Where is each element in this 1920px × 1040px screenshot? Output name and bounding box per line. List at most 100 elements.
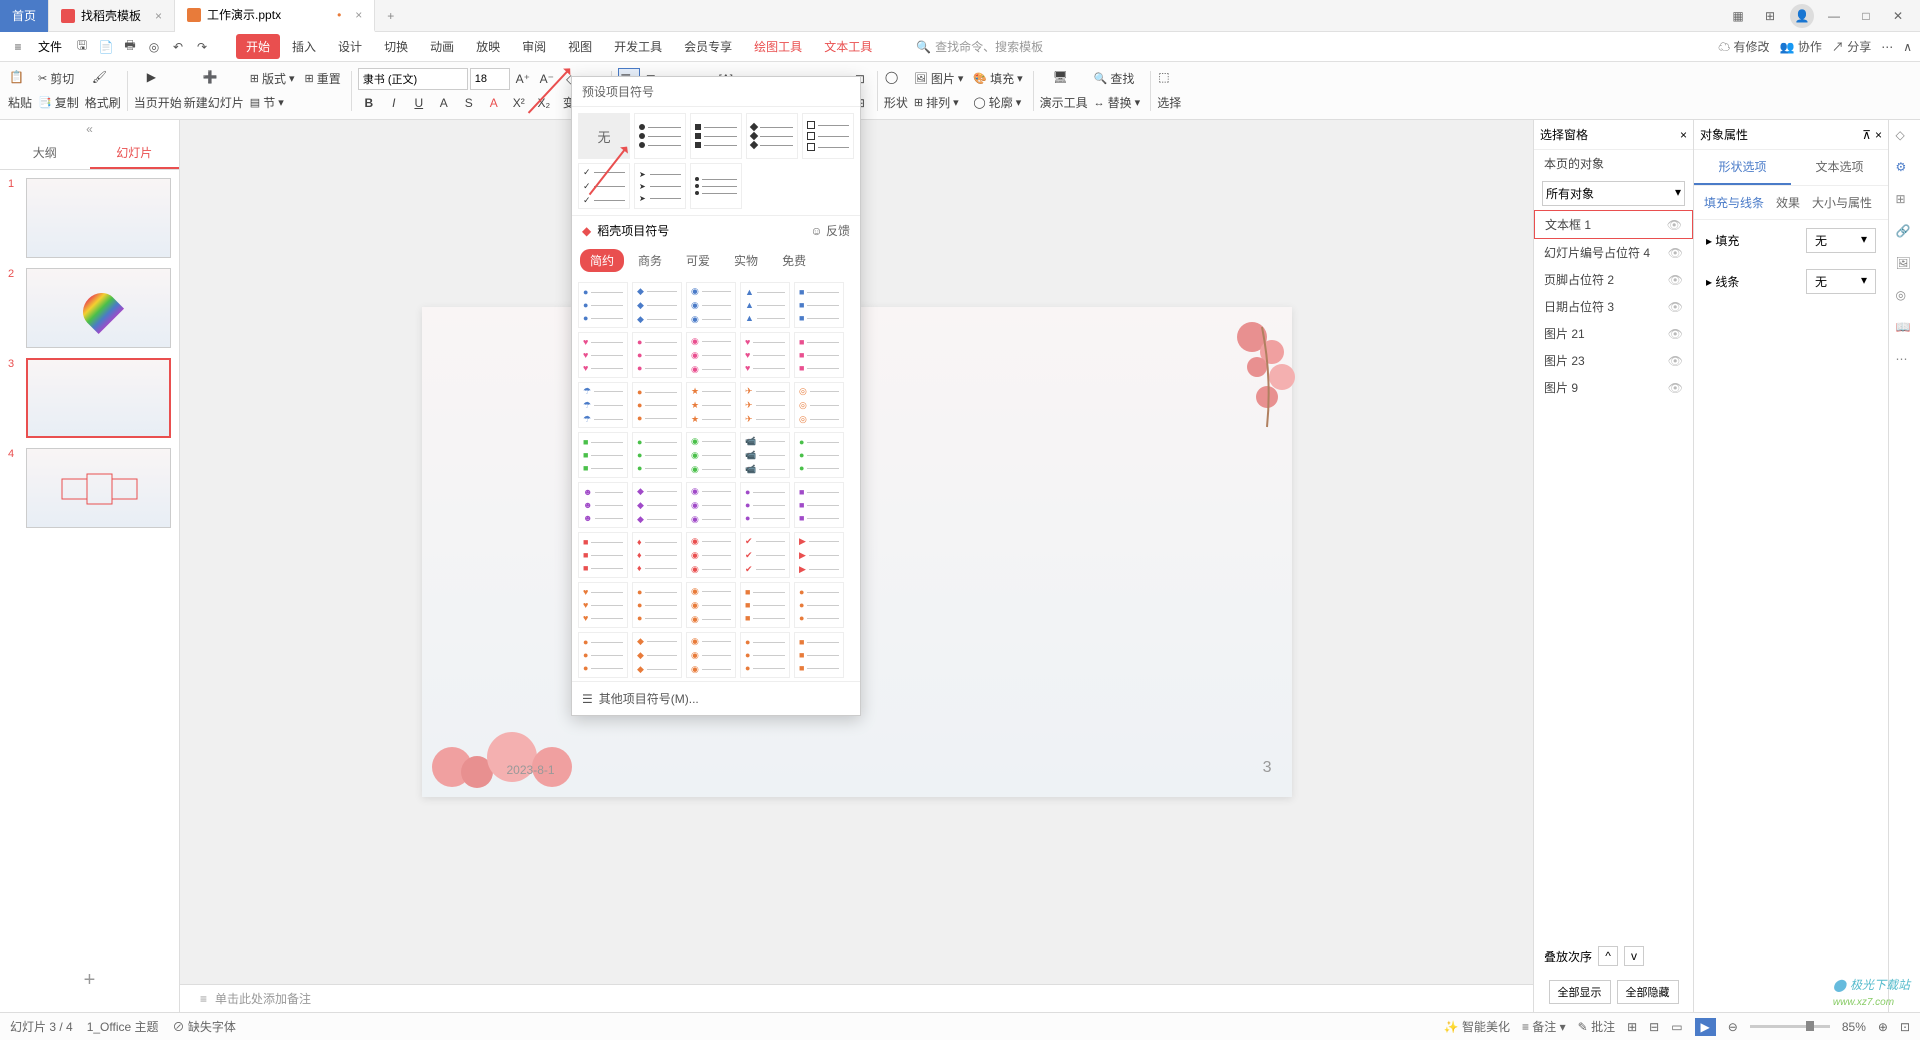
show-all-button[interactable]: 全部显示	[1549, 980, 1611, 1004]
command-search[interactable]: 🔍 查找命令、搜索模板	[916, 38, 1043, 55]
zoom-in-icon[interactable]: ⊕	[1878, 1020, 1888, 1034]
paste-button[interactable]: 📋粘贴	[8, 70, 32, 111]
eye-icon[interactable]: 👁	[1668, 273, 1683, 287]
file-menu[interactable]: 文件	[32, 38, 68, 55]
bullet-style-item[interactable]: ●●●	[632, 432, 682, 478]
apps-icon[interactable]: ⊞	[1758, 4, 1782, 28]
share-button[interactable]: ↗ 分享	[1832, 38, 1871, 55]
bullet-style-item[interactable]: ◆◆◆	[632, 482, 682, 528]
add-slide-button[interactable]: +	[0, 949, 179, 1012]
layout-button[interactable]: ⊞ 版式 ▾	[246, 68, 299, 90]
bullet-style-item[interactable]: ✈✈✈	[740, 382, 790, 428]
tab-drawing-tools[interactable]: 绘图工具	[744, 34, 812, 59]
new-tab-button[interactable]: +	[375, 9, 406, 23]
shapes-button[interactable]: ◯形状	[884, 70, 908, 111]
view-normal-icon[interactable]: ⊞	[1627, 1020, 1637, 1034]
find-button[interactable]: 🔍 查找	[1090, 68, 1145, 90]
bullet-style-item[interactable]: ◆◆◆	[632, 632, 682, 678]
slide-thumb-2[interactable]	[26, 268, 171, 348]
bullet-style-item[interactable]: ♥♥♥	[578, 582, 628, 628]
size-props-tab[interactable]: 大小与属性	[1812, 194, 1872, 211]
cat-cute[interactable]: 可爱	[676, 249, 720, 272]
cat-free[interactable]: 免费	[772, 249, 816, 272]
picture-button[interactable]: 🖼 图片 ▾	[910, 68, 968, 90]
slides-tab[interactable]: 幻灯片	[90, 138, 180, 169]
copy-button[interactable]: 📑 复制	[34, 92, 83, 114]
eye-icon[interactable]: 👁	[1668, 300, 1683, 314]
bullet-checkmark[interactable]	[578, 163, 630, 209]
arrange-button[interactable]: ⊞ 排列 ▾	[910, 92, 968, 114]
bullet-style-item[interactable]: ■■■	[740, 582, 790, 628]
bullet-filled-square[interactable]	[690, 113, 742, 159]
strike-button[interactable]: A	[433, 92, 455, 114]
grid-icon[interactable]: ▦	[1726, 4, 1750, 28]
bullet-style-item[interactable]: ●●●	[632, 382, 682, 428]
font-size-select[interactable]	[470, 68, 510, 90]
bullet-style-item[interactable]: ◉◉◉	[686, 432, 736, 478]
avatar-icon[interactable]: 👤	[1790, 4, 1814, 28]
bullet-style-item[interactable]: 📹📹📹	[740, 432, 790, 478]
cat-object[interactable]: 实物	[724, 249, 768, 272]
bullet-style-item[interactable]: ▶▶▶	[794, 532, 844, 578]
more-icon[interactable]: ⋯	[1896, 352, 1914, 370]
bullet-style-item[interactable]: ◉◉◉	[686, 282, 736, 328]
section-button[interactable]: ▤ 节 ▾	[246, 92, 299, 114]
redo-icon[interactable]: ↷	[192, 37, 212, 57]
eye-icon[interactable]: 👁	[1668, 354, 1683, 368]
tab-devtools[interactable]: 开发工具	[604, 34, 672, 59]
bullet-filled-circle[interactable]	[634, 113, 686, 159]
close-button[interactable]: ✕	[1886, 4, 1910, 28]
bullet-style-item[interactable]: ■■■	[578, 432, 628, 478]
tab-review[interactable]: 审阅	[512, 34, 556, 59]
book-icon[interactable]: 📖	[1896, 320, 1914, 338]
view-sorter-icon[interactable]: ⊟	[1649, 1020, 1659, 1034]
eye-icon[interactable]: 👁	[1668, 246, 1683, 260]
format-painter-button[interactable]: 🖌格式刷	[85, 70, 121, 111]
document-tab[interactable]: 工作演示.pptx • ×	[175, 0, 375, 32]
bullet-style-item[interactable]: ◉◉◉	[686, 582, 736, 628]
notes-toggle[interactable]: ≡ 备注 ▾	[1522, 1018, 1566, 1035]
zoom-slider[interactable]	[1750, 1025, 1830, 1028]
slideshow-icon[interactable]: ▶	[1695, 1018, 1716, 1036]
tab-view[interactable]: 视图	[558, 34, 602, 59]
missing-font-button[interactable]: ⊘ 缺失字体	[173, 1018, 236, 1035]
home-tab[interactable]: 首页	[0, 0, 49, 32]
comments-toggle[interactable]: ✎ 批注	[1578, 1018, 1615, 1035]
bullet-style-item[interactable]: ♥♥♥	[740, 332, 790, 378]
unsaved-indicator[interactable]: ☁ 有修改	[1718, 38, 1769, 55]
shape-options-tab[interactable]: 形状选项	[1694, 150, 1791, 185]
slide-thumb-1[interactable]	[26, 178, 171, 258]
underline-button[interactable]: U	[408, 92, 430, 114]
outline-tab[interactable]: 大纲	[0, 138, 90, 169]
bullet-style-item[interactable]: ♦♦♦	[632, 532, 682, 578]
bullet-style-item[interactable]: ●●●	[740, 482, 790, 528]
object-item[interactable]: 幻灯片编号占位符 4👁	[1534, 239, 1693, 266]
chevron-icon[interactable]: ∧	[1903, 40, 1912, 54]
present-tools-button[interactable]: 🖥演示工具	[1040, 70, 1088, 111]
reset-button[interactable]: ⊞ 重置	[301, 68, 345, 90]
minimize-button[interactable]: —	[1822, 4, 1846, 28]
effects-tab[interactable]: 效果	[1776, 194, 1800, 211]
increase-font-icon[interactable]: A⁺	[512, 68, 534, 90]
maximize-button[interactable]: □	[1854, 4, 1878, 28]
feedback-link[interactable]: ☺ 反馈	[810, 222, 850, 239]
font-color-button[interactable]: A	[483, 92, 505, 114]
send-backward-button[interactable]: v	[1624, 946, 1644, 966]
new-slide-button[interactable]: ➕新建幻灯片	[184, 70, 244, 111]
slide-thumb-4[interactable]	[26, 448, 171, 528]
close-icon[interactable]: ×	[155, 9, 162, 23]
object-item[interactable]: 图片 23👁	[1534, 347, 1693, 374]
bullet-style-item[interactable]: ●●●	[794, 582, 844, 628]
tab-slideshow[interactable]: 放映	[466, 34, 510, 59]
eye-icon[interactable]: 👁	[1667, 218, 1682, 232]
bullet-style-item[interactable]: ●●●	[740, 632, 790, 678]
bullet-style-item[interactable]: ★★★	[686, 382, 736, 428]
bold-button[interactable]: B	[358, 92, 380, 114]
saveas-icon[interactable]: 📄	[96, 37, 116, 57]
close-icon[interactable]: ×	[1680, 128, 1687, 142]
from-current-button[interactable]: ▶当页开始	[134, 70, 182, 111]
undo-icon[interactable]: ↶	[168, 37, 188, 57]
eye-icon[interactable]: 👁	[1668, 381, 1683, 395]
more-icon[interactable]: ⋯	[1881, 40, 1893, 54]
bullet-style-item[interactable]: ●●●	[578, 632, 628, 678]
